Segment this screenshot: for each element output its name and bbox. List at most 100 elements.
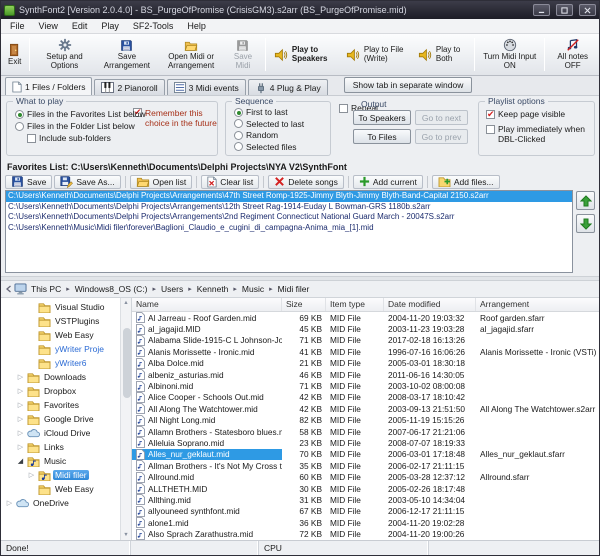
save-arrangement-button[interactable]: Save Arrangement <box>96 35 158 74</box>
exit-button[interactable]: Exit <box>3 35 26 74</box>
close-button[interactable] <box>579 4 596 16</box>
column-header-item-type[interactable]: Item type <box>326 298 384 311</box>
file-row[interactable]: Al Jarreau - Roof Garden.mid69 KBMID Fil… <box>132 312 599 323</box>
expander-icon[interactable]: ▷ <box>16 401 25 409</box>
option-keep-page-visible[interactable]: Keep page visible <box>486 110 590 120</box>
clear-list-button[interactable]: Clear list <box>201 175 259 189</box>
tree-scrollbar[interactable]: ▲ ▼ <box>120 298 131 540</box>
add-files-button[interactable]: Add files... <box>432 175 500 189</box>
add-current-button[interactable]: Add current <box>353 175 423 189</box>
option-selected-to-last[interactable]: Selected to last <box>234 119 304 129</box>
breadcrumb-segment-windows8-os-c[interactable]: Windows8_OS (C:) <box>72 283 151 295</box>
to-speakers-button[interactable]: To Speakers <box>353 110 411 125</box>
menu-item-view[interactable]: View <box>32 20 65 32</box>
play-to-speakers-button[interactable]: Play to Speakers <box>269 35 341 74</box>
file-row[interactable]: albeniz_asturias.mid46 KBMID File2011-06… <box>132 369 599 380</box>
option-play-immediately-when-dbl-clicked[interactable]: Play immediately when DBL-Clicked <box>486 125 590 145</box>
file-row[interactable]: All Along The Watchtower.mid42 KBMID Fil… <box>132 403 599 414</box>
tab-3-midi-events[interactable]: 3 Midi events <box>167 79 246 95</box>
favorites-list[interactable]: C:\Users\Kenneth\Documents\Delphi Projec… <box>5 190 573 273</box>
expander-icon[interactable]: ▷ <box>16 415 25 423</box>
move-up-button[interactable] <box>576 191 595 210</box>
breadcrumb-segment-this-pc[interactable]: This PC <box>28 283 64 295</box>
favorites-item[interactable]: C:\Users\Kenneth\Documents\Delphi Projec… <box>6 202 572 213</box>
save-as-button[interactable]: Save As... <box>54 175 120 189</box>
tree-item-links[interactable]: ▷Links <box>3 440 119 454</box>
chevron-left-icon[interactable] <box>5 285 13 293</box>
tree-item-vstplugins[interactable]: VSTPlugins <box>3 314 119 328</box>
column-header-name[interactable]: Name <box>132 298 282 311</box>
file-row[interactable]: Alba Dolce.mid21 KBMID File2005-03-01 18… <box>132 358 599 369</box>
play-to-file-button[interactable]: Play to File (Write) <box>341 35 413 74</box>
tree-item-ywriter-proje[interactable]: yWriter Proje <box>3 342 119 356</box>
setup-options-button[interactable]: Setup and Options <box>33 35 95 74</box>
column-header-date-modified[interactable]: Date modified <box>384 298 476 311</box>
tree-item-ywriter6[interactable]: yWriter6 <box>3 356 119 370</box>
all-notes-off-button[interactable]: All notes OFF <box>548 35 597 74</box>
option-files-in-the-favorites-list-below[interactable]: Files in the Favorites List below <box>15 109 146 119</box>
file-row[interactable]: Alice Cooper - Schools Out.mid42 KBMID F… <box>132 392 599 403</box>
file-row[interactable]: Alles_nur_geklaut.mid70 KBMID File2006-0… <box>132 449 599 460</box>
file-row[interactable]: Albinoni.mid71 KBMID File2003-10-02 08:0… <box>132 380 599 391</box>
tree-item-dropbox[interactable]: ▷Dropbox <box>3 384 119 398</box>
tab-2-pianoroll[interactable]: 2 Pianoroll <box>94 79 164 95</box>
tree-item-visual-studio[interactable]: Visual Studio <box>3 300 119 314</box>
favorites-item[interactable]: C:\Users\Kenneth\Documents\Delphi Projec… <box>6 191 572 202</box>
play-to-both-button[interactable]: Play to Both <box>413 35 471 74</box>
save-button[interactable]: Save <box>5 175 52 189</box>
file-row[interactable]: Allthing.mid31 KBMID File2003-05-10 14:3… <box>132 494 599 505</box>
expander-icon[interactable]: ▷ <box>5 499 14 507</box>
delete-songs-button[interactable]: Delete songs <box>268 175 344 189</box>
file-row[interactable]: alone1.mid36 KBMID File2004-11-20 19:02:… <box>132 517 599 528</box>
breadcrumb-segment-kenneth[interactable]: Kenneth <box>194 283 232 295</box>
file-row[interactable]: Alanis Morissette - Ironic.mid41 KBMID F… <box>132 346 599 357</box>
menu-item-help[interactable]: Help <box>180 20 213 32</box>
turn-midi-input-on-button[interactable]: Turn Midi Input ON <box>478 35 541 74</box>
option-files-in-the-folder-list-below[interactable]: Files in the Folder List below <box>15 121 135 131</box>
column-header-size[interactable]: Size <box>282 298 326 311</box>
tree-item-web-easy[interactable]: Web Easy <box>3 482 119 496</box>
scrollbar-thumb[interactable] <box>123 328 131 398</box>
expander-icon[interactable]: ▷ <box>16 443 25 451</box>
tab-1-files-folders[interactable]: 1 Files / Folders <box>5 77 92 95</box>
minimize-button[interactable] <box>533 4 550 16</box>
option-random[interactable]: Random <box>234 130 278 140</box>
file-row[interactable]: Allamn Brothers - Statesboro blues.mid58… <box>132 426 599 437</box>
column-header-arrangement[interactable]: Arrangement <box>476 298 599 311</box>
file-row[interactable]: al_jagajid.MID45 KBMID File2003-11-23 19… <box>132 323 599 334</box>
tab-4-plug-play[interactable]: 4 Plug & Play <box>248 79 328 95</box>
tree-item-icloud-drive[interactable]: ▷iCloud Drive <box>3 426 119 440</box>
file-row[interactable]: allyouneed synthfont.mid67 KBMID File200… <box>132 506 599 517</box>
menu-item-edit[interactable]: Edit <box>65 20 95 32</box>
tree-item-onedrive[interactable]: ▷OneDrive <box>3 496 119 510</box>
file-row[interactable]: Allround.mid60 KBMID File2005-03-28 12:3… <box>132 471 599 482</box>
tree-item-google-drive[interactable]: ▷Google Drive <box>3 412 119 426</box>
open-list-button[interactable]: Open list <box>130 175 193 189</box>
file-row[interactable]: Also Sprach Zarathustra.mid72 KBMID File… <box>132 528 599 539</box>
tree-item-favorites[interactable]: ▷Favorites <box>3 398 119 412</box>
breadcrumb-segment-music[interactable]: Music <box>239 283 267 295</box>
show-tab-separate-button[interactable]: Show tab in separate window <box>344 77 473 93</box>
menu-item-play[interactable]: Play <box>94 20 126 32</box>
favorites-item[interactable]: C:\Users\Kenneth\Music\Midi filer\foreve… <box>6 223 572 234</box>
expander-icon[interactable]: ▷ <box>27 471 36 479</box>
file-row[interactable]: ALLTHETH.MID30 KBMID File2005-02-26 18:1… <box>132 483 599 494</box>
scroll-down-icon[interactable]: ▼ <box>121 530 131 540</box>
option-first-to-last[interactable]: First to last <box>234 107 288 117</box>
tree-item-downloads[interactable]: ▷Downloads <box>3 370 119 384</box>
tree-item-web-easy[interactable]: Web Easy <box>3 328 119 342</box>
open-midi-or-arrangement-button[interactable]: Open Midi or Arrangement <box>158 35 224 74</box>
file-row[interactable]: Alabama Slide-1915-C L Johnson-John Remm… <box>132 335 599 346</box>
file-row[interactable]: Allman Brothers - It's Not My Cross to B… <box>132 460 599 471</box>
to-files-button[interactable]: To Files <box>353 129 411 144</box>
breadcrumb-segment-users[interactable]: Users <box>158 283 186 295</box>
favorites-item[interactable]: C:\Users\Kenneth\Documents\Delphi Projec… <box>6 212 572 223</box>
option-selected-files[interactable]: Selected files <box>234 142 297 152</box>
scroll-up-icon[interactable]: ▲ <box>121 298 131 308</box>
file-row[interactable]: Alleluia Soprano.mid23 KBMID File2008-07… <box>132 437 599 448</box>
expander-icon[interactable]: ◢ <box>16 457 25 465</box>
expander-icon[interactable]: ▷ <box>16 429 25 437</box>
option-include-sub-folders[interactable]: Include sub-folders <box>27 133 111 143</box>
menu-item-file[interactable]: File <box>3 20 32 32</box>
expander-icon[interactable]: ▷ <box>16 387 25 395</box>
